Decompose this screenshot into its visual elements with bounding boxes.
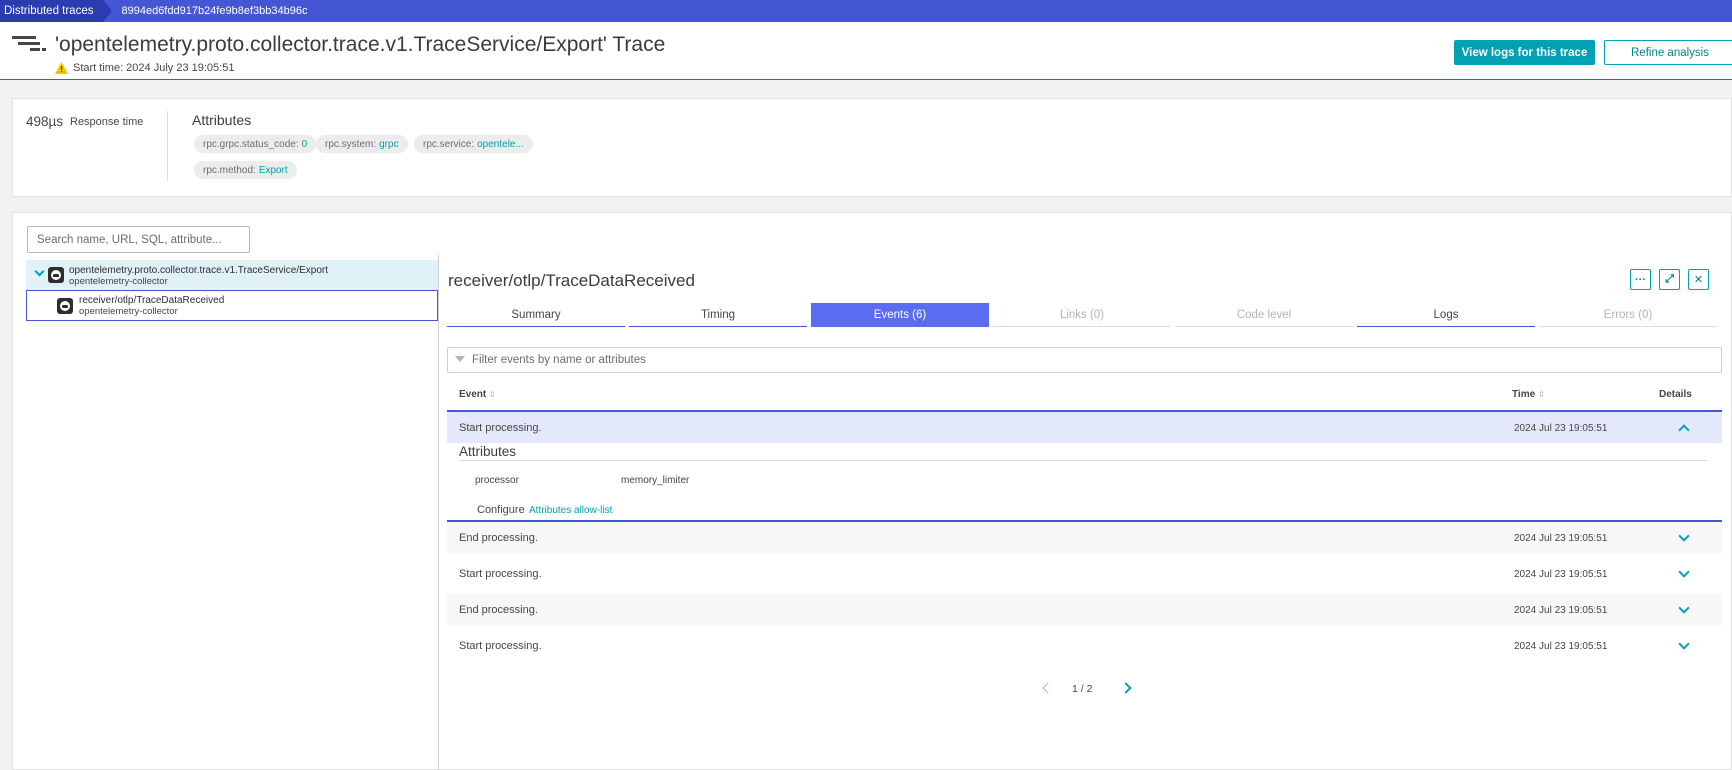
divider — [167, 111, 168, 181]
event-name: Start processing. — [459, 640, 542, 652]
column-header-details: Details — [1659, 389, 1692, 400]
summary-card: 498µs Response time Attributes rpc.grpc.… — [12, 98, 1732, 197]
span-title: receiver/otlp/TraceDataReceived — [448, 271, 695, 290]
response-time-label: Response time — [70, 116, 144, 128]
column-header-time[interactable]: Time ⇕ — [1512, 389, 1545, 400]
filter-icon — [455, 356, 465, 362]
breadcrumb-distributed-traces[interactable]: Distributed traces — [0, 0, 114, 22]
pager-label: 1 / 2 — [1072, 683, 1093, 695]
start-time: Start time: 2024 July 23 19:05:51 — [73, 62, 235, 74]
tree-search-input[interactable]: Search name, URL, SQL, attribute... — [27, 226, 250, 253]
view-logs-button[interactable]: View logs for this trace — [1454, 40, 1595, 65]
attribute-key: processor — [475, 475, 519, 486]
service-icon — [48, 267, 64, 283]
trace-detail-card: Search name, URL, SQL, attribute... open… — [12, 212, 1732, 770]
pane-splitter[interactable] — [438, 255, 439, 770]
chip-key: rpc.system: — [325, 138, 377, 150]
page-header: 'opentelemetry.proto.collector.trace.v1.… — [0, 22, 1732, 80]
event-time: 2024 Jul 23 19:05:51 — [1514, 423, 1608, 434]
more-button[interactable]: ··· — [1630, 269, 1651, 290]
chip-key: rpc.method: — [203, 164, 256, 176]
attribute-chip[interactable]: rpc.system: grpc — [316, 135, 408, 153]
expand-icon[interactable]: ⤢ — [1659, 269, 1680, 290]
chip-key: rpc.grpc.status_code: — [203, 138, 299, 150]
event-name: End processing. — [459, 532, 538, 544]
node-service: opentelemetry-collector — [79, 306, 178, 317]
allow-list-link[interactable]: Attributes allow-list — [529, 505, 612, 516]
close-icon[interactable]: ✕ — [1688, 269, 1709, 290]
tab-code-level: Code level — [1175, 303, 1353, 327]
chevron-down-icon[interactable] — [1678, 638, 1690, 650]
chip-value: Export — [258, 164, 288, 176]
divider — [459, 460, 1707, 461]
tab-summary[interactable]: Summary — [447, 303, 625, 327]
event-time: 2024 Jul 23 19:05:51 — [1514, 569, 1608, 580]
node-name: opentelemetry.proto.collector.trace.v1.T… — [69, 265, 329, 276]
sort-icon: ⇕ — [489, 390, 496, 399]
response-time-value: 498µs — [26, 114, 64, 129]
chip-value: opentele... — [477, 138, 524, 150]
event-row-expanded[interactable]: Start processing. 2024 Jul 23 19:05:51 — [447, 412, 1722, 443]
tree-node-selected[interactable]: receiver/otlp/TraceDataReceived opentele… — [26, 290, 438, 321]
event-time: 2024 Jul 23 19:05:51 — [1514, 533, 1608, 544]
chevron-down-icon[interactable] — [1678, 530, 1690, 542]
warning-icon — [55, 62, 68, 74]
breadcrumb: Distributed traces 8994ed6fdd917b24fe9b8… — [0, 0, 1732, 22]
chevron-up-icon[interactable] — [1678, 424, 1690, 436]
event-row[interactable]: Start processing. 2024 Jul 23 19:05:51 — [447, 558, 1722, 589]
attribute-chip[interactable]: rpc.service: opentele... — [414, 135, 533, 153]
tab-timing[interactable]: Timing — [629, 303, 807, 327]
chip-key: rpc.service: — [423, 138, 475, 150]
event-row[interactable]: End processing. 2024 Jul 23 19:05:51 — [447, 594, 1722, 625]
tab-events[interactable]: Events (6) — [811, 303, 989, 327]
tab-errors: Errors (0) — [1539, 303, 1717, 327]
attribute-value: memory_limiter — [621, 475, 690, 486]
event-row[interactable]: Start processing. 2024 Jul 23 19:05:51 — [447, 630, 1722, 661]
tab-links: Links (0) — [993, 303, 1171, 327]
tab-logs[interactable]: Logs — [1357, 303, 1535, 327]
page-title: 'opentelemetry.proto.collector.trace.v1.… — [55, 33, 666, 56]
chip-value: grpc — [379, 138, 399, 150]
breadcrumb-trace-id: 8994ed6fdd917b24fe9b8ef3bb34b96c — [121, 5, 308, 17]
chevron-down-icon[interactable] — [34, 266, 45, 277]
tree-node-root[interactable]: opentelemetry.proto.collector.trace.v1.T… — [26, 260, 438, 290]
attribute-chip[interactable]: rpc.grpc.status_code: 0 — [194, 135, 317, 153]
service-icon — [57, 298, 73, 314]
refine-analysis-button[interactable]: Refine analysis — [1604, 40, 1732, 65]
chevron-down-icon[interactable] — [1678, 602, 1690, 614]
attribute-chip[interactable]: rpc.method: Export — [194, 161, 297, 179]
chevron-down-icon[interactable] — [1678, 566, 1690, 578]
event-time: 2024 Jul 23 19:05:51 — [1514, 605, 1608, 616]
chevron-left-icon — [1042, 682, 1054, 694]
chevron-right-icon[interactable] — [1120, 682, 1132, 694]
column-header-event[interactable]: Event ⇕ — [459, 389, 496, 400]
event-row[interactable]: End processing. 2024 Jul 23 19:05:51 — [447, 522, 1722, 553]
event-filter-input[interactable]: Filter events by name or attributes — [447, 347, 1722, 373]
event-name: Start processing. — [459, 422, 542, 434]
event-time: 2024 Jul 23 19:05:51 — [1514, 641, 1608, 652]
event-attributes-title: Attributes — [459, 444, 517, 459]
sort-icon: ⇕ — [1537, 390, 1545, 399]
trace-icon — [12, 36, 48, 54]
attributes-title: Attributes — [192, 112, 252, 128]
node-service: opentelemetry-collector — [69, 276, 168, 287]
event-name: End processing. — [459, 604, 538, 616]
node-name: receiver/otlp/TraceDataReceived — [79, 295, 225, 306]
configure-label: Configure — [477, 504, 525, 516]
chip-value: 0 — [301, 138, 308, 150]
event-name: Start processing. — [459, 568, 542, 580]
